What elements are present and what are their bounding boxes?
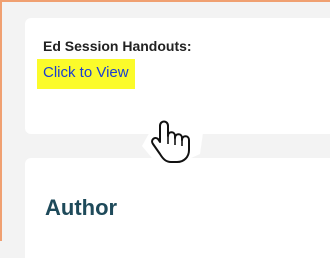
author-card: Author	[25, 158, 330, 258]
handouts-title: Ed Session Handouts:	[43, 38, 192, 54]
author-heading: Author	[45, 195, 118, 220]
hand-pointer-icon	[142, 114, 204, 164]
click-to-view-link[interactable]: Click to View	[37, 59, 135, 89]
